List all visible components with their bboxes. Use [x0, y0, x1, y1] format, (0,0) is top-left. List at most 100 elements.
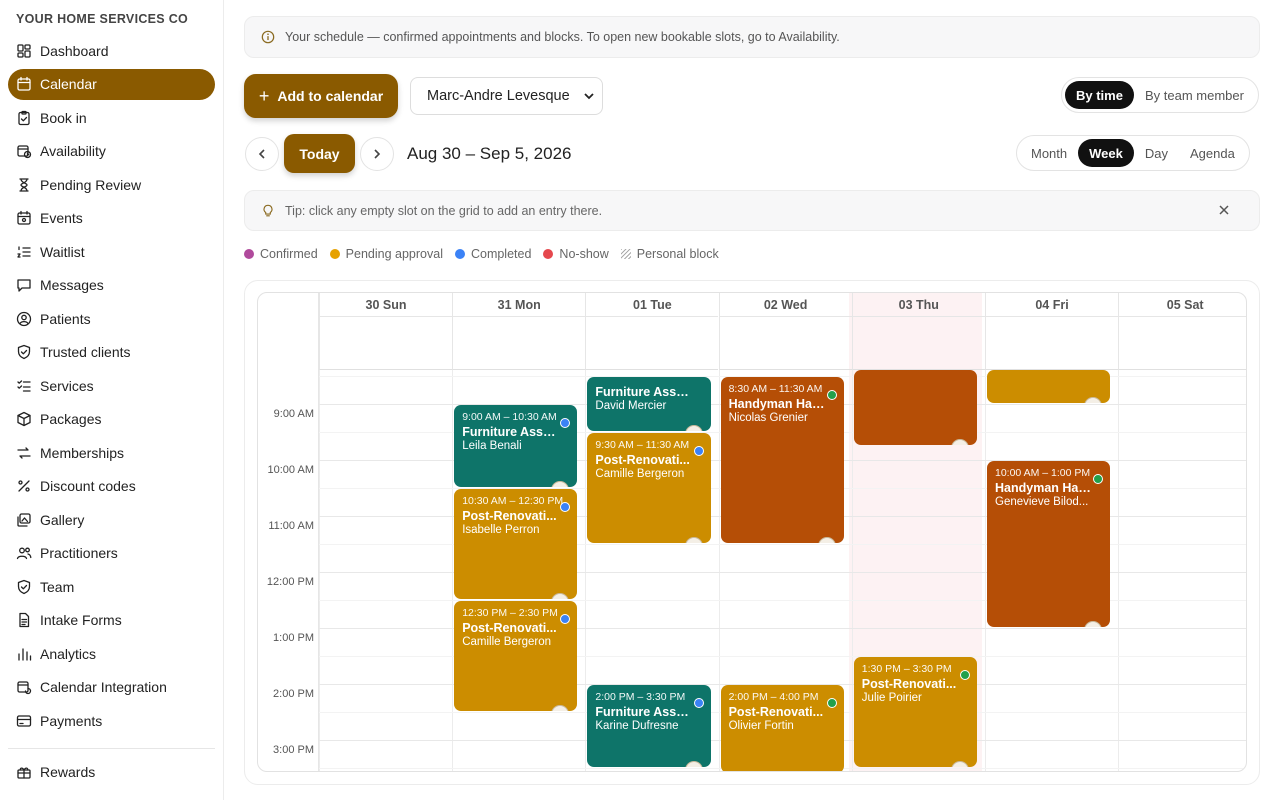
appointment-block[interactable]: 2:00 PM – 3:30 PM Furniture Asse... Karine… [587, 684, 711, 767]
time-label: 11:00 AM [268, 519, 314, 532]
hatch-swatch-icon [620, 249, 631, 259]
appointment-block[interactable]: 1:30 PM – 3:30 PM Post-Renovati... Julie P… [853, 656, 977, 767]
practitioner-select[interactable]: Marc-Andre Levesque [410, 77, 603, 115]
all-day-cell[interactable] [851, 317, 985, 370]
all-day-cell[interactable] [985, 317, 1118, 370]
sidebar-item-analytics[interactable]: Analytics [8, 638, 215, 669]
sidebar-item-practitioners[interactable]: Practitioners [8, 538, 215, 569]
appointment-block[interactable] [987, 370, 1111, 403]
view-tab-day[interactable]: Day [1134, 139, 1179, 167]
tip-text: Tip: click any empty slot on the grid to… [285, 203, 603, 218]
add-to-calendar-button[interactable]: + Add to calendar [244, 74, 398, 118]
sidebar-item-trusted-clients[interactable]: Trusted clients [8, 337, 215, 368]
sidebar-item-waitlist[interactable]: Waitlist [8, 236, 215, 267]
sidebar-item-dashboard[interactable]: Dashboard [8, 35, 215, 66]
sidebar-item-label: Payments [40, 712, 103, 729]
repeat-icon [17, 446, 31, 459]
appointment-block[interactable]: 12:30 PM – 2:30 PM Post-Renovati... Camill… [454, 600, 578, 711]
sidebar-item-packages[interactable]: Packages [8, 404, 215, 435]
appointment-client: Nicolas Grenier [728, 411, 808, 424]
sidebar-item-label: Patients [40, 310, 91, 327]
sidebar-item-label: Book in [40, 109, 87, 126]
appointment-time: 1:30 PM – 3:30 PM [861, 662, 952, 675]
day-header: 02 Wed [718, 293, 852, 317]
avatar-icon [950, 760, 969, 767]
view-tab-week[interactable]: Week [1078, 139, 1134, 167]
sidebar-item-discount-codes[interactable]: Discount codes [8, 471, 215, 502]
lightbulb-icon [263, 204, 273, 216]
sidebar-item-messages[interactable]: Messages [8, 270, 215, 301]
view-mode-toggle: By time By team member [1061, 77, 1259, 113]
sidebar-item-label: Services [40, 377, 94, 394]
add-to-calendar-label: Add to calendar [277, 88, 384, 104]
calendar-view-switcher: Month Week Day Agenda [1016, 135, 1250, 171]
sidebar-item-availability[interactable]: Availability [8, 136, 215, 167]
sidebar-item-gallery[interactable]: Gallery [8, 504, 215, 535]
brand-name: YOUR HOME SERVICES CO [16, 12, 189, 26]
day-header: 31 Mon [452, 293, 586, 317]
package-icon [17, 411, 31, 427]
all-day-cell[interactable] [452, 317, 586, 370]
hourglass-icon [19, 177, 29, 192]
view-tab-month[interactable]: Month [1020, 139, 1078, 167]
clipboard-icon [18, 110, 30, 125]
appointment-service: Furniture Asse... [462, 424, 559, 439]
appointment-client: Genevieve Bilod... [995, 495, 1089, 508]
calendar-star-icon [17, 210, 31, 225]
previous-week-button[interactable] [245, 137, 279, 171]
sidebar-item-calendar[interactable]: Calendar [8, 68, 215, 100]
sidebar-item-book-in[interactable]: Book in [8, 102, 215, 133]
legend-dot-icon [454, 249, 465, 259]
today-button[interactable]: Today [284, 134, 355, 173]
plus-icon: + [258, 85, 270, 106]
avatar-icon [1084, 396, 1103, 403]
appointment-block[interactable]: 10:00 AM – 1:00 PM Handyman Hal... Genevie… [987, 460, 1111, 627]
close-icon[interactable] [1217, 203, 1231, 217]
appointment-block[interactable] [853, 370, 977, 445]
appointment-block[interactable]: 8:30 AM – 11:30 AM Handyman Hal... Nicolas… [720, 376, 844, 543]
all-day-cell[interactable] [718, 317, 852, 370]
sidebar-item-team[interactable]: Team [8, 571, 215, 602]
sidebar-item-label: Team [40, 578, 75, 595]
list-check-icon [17, 379, 31, 392]
day-header: 05 Sat [1118, 293, 1246, 317]
next-week-button[interactable] [360, 137, 394, 171]
appointment-client: Leila Benali [462, 439, 522, 452]
time-label: 3:00 PM [273, 743, 314, 756]
percent-icon [18, 480, 30, 492]
status-dot-icon [1093, 473, 1104, 484]
sidebar-item-events[interactable]: Events [8, 203, 215, 234]
all-day-cell[interactable] [585, 317, 719, 370]
calendar-sync-icon [17, 681, 32, 695]
day-header: 04 Fri [985, 293, 1118, 317]
avatar-icon [551, 704, 570, 711]
sidebar: YOUR HOME SERVICES CO Dashboard Calendar B… [0, 0, 224, 800]
appointment-client: Isabelle Perron [462, 523, 540, 536]
sidebar-item-memberships[interactable]: Memberships [8, 437, 215, 468]
list-ordered-icon [17, 245, 31, 258]
appointment-block[interactable]: Furniture Asse... David Mercier [587, 376, 711, 431]
appointment-block[interactable]: 10:30 AM – 12:30 PM Post-Renovati... Isabe… [454, 488, 578, 599]
sidebar-item-intake-forms[interactable]: Intake Forms [8, 605, 215, 636]
status-dot-icon [693, 445, 704, 456]
appointment-client: David Mercier [595, 399, 667, 412]
sidebar-item-rewards[interactable]: Rewards [8, 756, 215, 787]
sidebar-item-payments[interactable]: Payments [8, 705, 215, 736]
sidebar-item-services[interactable]: Services [8, 370, 215, 401]
credit-card-icon [16, 714, 32, 727]
appointment-service: Post-Renovati... [462, 508, 557, 523]
sidebar-item-pending-review[interactable]: Pending Review [8, 169, 215, 200]
document-icon [19, 612, 30, 628]
all-day-cell[interactable] [1118, 317, 1246, 370]
legend-item: Completed [454, 247, 531, 261]
all-day-cell[interactable] [319, 317, 452, 370]
sidebar-item-patients[interactable]: Patients [8, 303, 215, 334]
view-mode-by-time[interactable]: By time [1065, 81, 1134, 109]
appointment-block[interactable]: 2:00 PM – 4:00 PM Post-Renovati... Olivier… [720, 684, 844, 771]
appointment-block[interactable]: 9:30 AM – 11:30 AM Post-Renovati... Camill… [587, 432, 711, 543]
appointment-time: 10:30 AM – 12:30 PM [462, 494, 564, 507]
view-tab-agenda[interactable]: Agenda [1179, 139, 1246, 167]
appointment-block[interactable]: 9:00 AM – 10:30 AM Furniture Asse... Leila… [454, 404, 578, 487]
view-mode-by-team-member[interactable]: By team member [1134, 81, 1255, 109]
sidebar-item-calendar-integration[interactable]: Calendar Integration [8, 672, 215, 703]
